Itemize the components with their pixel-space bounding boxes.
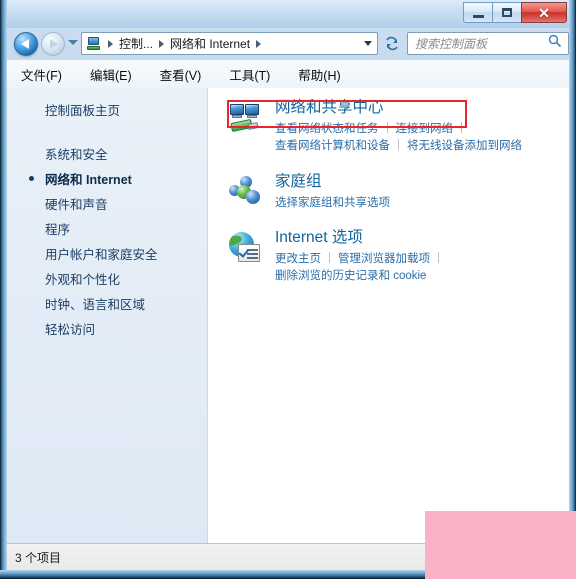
category-network-sharing-center: 网络和共享中心 查看网络状态和任务 连接到网络 查看网络计算机和设备 将无线设备… <box>219 98 569 153</box>
link-separator <box>461 122 462 133</box>
category-links-internet-options: 更改主页 管理浏览器加载项 删除浏览的历史记录和 cookie <box>275 249 569 283</box>
address-bar: 控制... 网络和 Internet 搜索控制面板 <box>7 28 569 60</box>
sidebar-item-clock-language-region[interactable]: 时钟、语言和区域 <box>7 291 207 316</box>
homegroup-icon[interactable] <box>229 176 262 209</box>
recent-pages-chevron-icon[interactable] <box>68 40 78 45</box>
breadcrumb-separator-icon[interactable] <box>159 39 165 48</box>
link-connect-to-network[interactable]: 连接到网络 <box>396 120 454 136</box>
status-item-count: 3 个项目 <box>15 550 62 565</box>
current-item-bullet-icon <box>29 176 34 181</box>
category-title-internet-options[interactable]: Internet 选项 <box>275 228 569 247</box>
forward-arrow-icon <box>50 39 58 49</box>
sidebar-item-network-internet[interactable]: 网络和 Internet <box>7 166 207 191</box>
back-arrow-icon <box>21 39 29 49</box>
address-dropdown-button[interactable] <box>359 41 377 46</box>
sidebar-item-user-accounts[interactable]: 用户帐户和家庭安全 <box>7 241 207 266</box>
sidebar-category-list: 系统和安全 网络和 Internet 硬件和声音 程序 用户帐户和家庭安全 外观… <box>7 141 207 341</box>
navigation-sidebar: 控制面板主页 系统和安全 网络和 Internet 硬件和声音 程序 用户帐户和… <box>7 88 208 543</box>
category-links-homegroup: 选择家庭组和共享选项 <box>275 193 569 210</box>
close-icon: ✕ <box>538 4 550 21</box>
sidebar-item-appearance[interactable]: 外观和个性化 <box>7 266 207 291</box>
maximize-icon <box>502 8 512 17</box>
refresh-icon <box>386 36 398 51</box>
menu-item-tools[interactable]: 工具(T) <box>227 62 272 87</box>
internet-options-icon[interactable] <box>229 232 262 265</box>
explorer-window: ✕ 控制... 网络和 Internet 搜索控制面板 文件(F) 编辑(E) … <box>0 0 576 579</box>
sidebar-item-label: 硬件和声音 <box>45 198 108 212</box>
category-title-suffix: 选项 <box>327 229 363 246</box>
search-placeholder: 搜索控制面板 <box>415 37 488 51</box>
search-icon[interactable] <box>548 34 562 53</box>
minimize-icon <box>472 14 484 18</box>
close-button[interactable]: ✕ <box>521 2 567 23</box>
category-internet-options: Internet 选项 更改主页 管理浏览器加载项 删除浏览的历史记录和 coo… <box>219 228 569 283</box>
link-separator <box>398 139 399 150</box>
pink-overlay-rectangle <box>425 511 576 579</box>
link-view-network-computers[interactable]: 查看网络计算机和设备 <box>275 137 390 153</box>
breadcrumb-address-field[interactable]: 控制... 网络和 Internet <box>81 32 378 55</box>
maximize-button[interactable] <box>492 2 521 23</box>
category-title-network-sharing-center[interactable]: 网络和共享中心 <box>275 98 569 117</box>
category-homegroup: 家庭组 选择家庭组和共享选项 <box>219 172 569 210</box>
sidebar-item-label: 轻松访问 <box>45 323 96 337</box>
breadcrumb-separator-icon[interactable] <box>256 39 262 48</box>
link-delete-browsing-history[interactable]: 删除浏览的历史记录和 cookie <box>275 267 426 283</box>
caption-button-group: ✕ <box>463 2 567 23</box>
window-border-right <box>569 0 576 579</box>
title-bar: ✕ <box>0 0 576 28</box>
breadcrumb-separator-icon[interactable] <box>108 39 113 48</box>
link-separator <box>386 122 388 133</box>
link-add-wireless-device[interactable]: 将无线设备添加到网络 <box>407 137 522 153</box>
minimize-button[interactable] <box>463 2 492 23</box>
forward-button[interactable] <box>41 32 65 56</box>
link-choose-homegroup-sharing-options[interactable]: 选择家庭组和共享选项 <box>275 194 390 210</box>
menu-item-view[interactable]: 查看(V) <box>158 62 204 87</box>
refresh-button[interactable] <box>381 33 403 54</box>
link-manage-browser-addons[interactable]: 管理浏览器加载项 <box>338 250 430 266</box>
category-title-main: Internet <box>275 229 328 246</box>
sidebar-item-label: 网络和 Internet <box>45 173 132 187</box>
link-separator <box>329 252 330 263</box>
sidebar-item-label: 时钟、语言和区域 <box>45 298 146 312</box>
breadcrumb-item-0[interactable]: 控制... <box>119 35 153 52</box>
sidebar-item-label: 外观和个性化 <box>45 273 121 287</box>
window-border-left <box>0 0 7 579</box>
sidebar-item-system-security[interactable]: 系统和安全 <box>7 141 207 166</box>
sidebar-item-label: 用户帐户和家庭安全 <box>45 248 158 262</box>
menu-item-edit[interactable]: 编辑(E) <box>88 62 134 87</box>
category-list-pane: 网络和共享中心 查看网络状态和任务 连接到网络 查看网络计算机和设备 将无线设备… <box>209 88 569 543</box>
network-sharing-center-icon[interactable] <box>229 102 262 135</box>
sidebar-item-ease-of-access[interactable]: 轻松访问 <box>7 316 207 341</box>
breadcrumb-item-1[interactable]: 网络和 Internet <box>170 35 250 52</box>
menu-item-help[interactable]: 帮助(H) <box>296 62 342 87</box>
sidebar-item-programs[interactable]: 程序 <box>7 216 207 241</box>
sidebar-item-label: 系统和安全 <box>45 148 108 162</box>
menu-item-file[interactable]: 文件(F) <box>19 62 64 87</box>
control-panel-icon <box>85 36 102 52</box>
category-links-network-sharing-center: 查看网络状态和任务 连接到网络 查看网络计算机和设备 将无线设备添加到网络 <box>275 119 569 153</box>
category-title-homegroup[interactable]: 家庭组 <box>275 172 569 191</box>
link-view-network-status[interactable]: 查看网络状态和任务 <box>275 120 379 136</box>
back-button[interactable] <box>14 32 38 56</box>
content-area: 控制面板主页 系统和安全 网络和 Internet 硬件和声音 程序 用户帐户和… <box>7 88 569 543</box>
sidebar-item-control-panel-home[interactable]: 控制面板主页 <box>45 100 207 119</box>
search-box[interactable]: 搜索控制面板 <box>407 32 569 55</box>
link-separator <box>438 252 439 263</box>
link-change-homepage[interactable]: 更改主页 <box>275 250 321 266</box>
sidebar-item-label: 程序 <box>45 223 71 237</box>
menu-bar: 文件(F) 编辑(E) 查看(V) 工具(T) 帮助(H) <box>7 60 569 88</box>
sidebar-item-hardware-sound[interactable]: 硬件和声音 <box>7 191 207 216</box>
